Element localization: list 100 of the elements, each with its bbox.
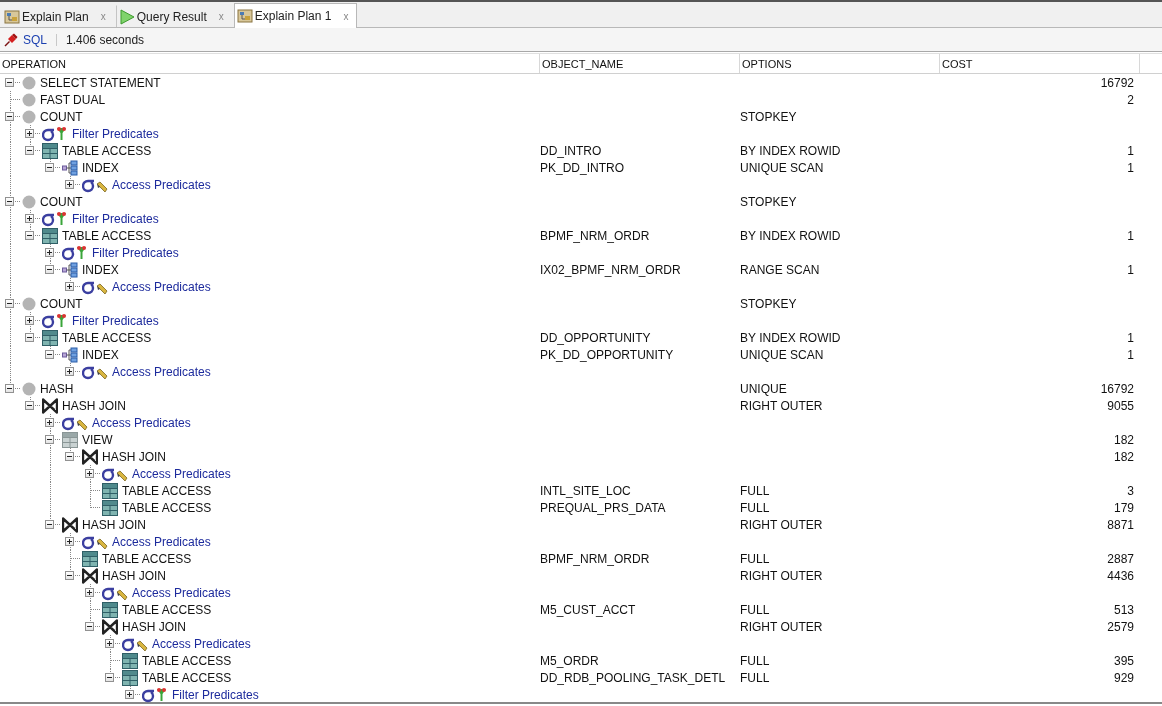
collapse-toggle[interactable] [5,197,14,206]
operation-node[interactable]: SELECT STATEMENT [40,75,161,90]
options-cell: FULL [740,483,770,498]
tab[interactable]: Explain Plan x [1,5,115,27]
operation-node[interactable]: TABLE ACCESS [102,551,192,566]
operation-node[interactable]: TABLE ACCESS [122,602,212,617]
collapse-toggle[interactable] [65,571,74,580]
collapse-toggle[interactable] [45,265,54,274]
collapse-toggle[interactable] [25,401,34,410]
collapse-toggle[interactable] [45,163,54,172]
collapse-toggle[interactable] [25,231,34,240]
options-cell: STOPKEY [740,109,797,124]
table-grid-icon [42,227,58,244]
expand-toggle[interactable] [105,639,114,648]
options-cell: BY INDEX ROWID [740,143,841,158]
operation-node[interactable]: COUNT [40,194,83,209]
operation-node[interactable]: FAST DUAL [40,92,106,107]
predicate-node[interactable]: Filter Predicates [92,245,179,260]
expand-toggle[interactable] [65,180,74,189]
predicate-node[interactable]: Access Predicates [132,585,231,600]
close-icon[interactable]: x [343,10,349,22]
predicate-node[interactable]: Filter Predicates [72,211,159,226]
collapse-toggle[interactable] [85,622,94,631]
cost-cell: 395 [1113,653,1134,668]
expand-toggle[interactable] [45,418,54,427]
operation-node[interactable]: TABLE ACCESS [62,143,152,158]
expand-toggle[interactable] [25,214,34,223]
bowtie-icon [62,516,78,533]
options-cell: RIGHT OUTER [740,568,823,583]
collapse-toggle[interactable] [65,452,74,461]
column-header[interactable]: OPERATION [0,54,540,73]
options-cell: RIGHT OUTER [740,398,823,413]
expand-toggle[interactable] [25,316,34,325]
operation-node[interactable]: INDEX [82,262,119,277]
operation-node[interactable]: TABLE ACCESS [122,483,212,498]
predicate-node[interactable]: Access Predicates [112,279,211,294]
operation-node[interactable]: HASH [40,381,74,396]
expand-toggle[interactable] [85,469,94,478]
operation-node[interactable]: COUNT [40,296,83,311]
pin-icon[interactable] [4,32,18,47]
collapse-toggle[interactable] [5,78,14,87]
predicate-node[interactable]: Access Predicates [112,177,211,192]
expand-toggle[interactable] [85,588,94,597]
options-cell: FULL [740,670,770,685]
expand-toggle[interactable] [125,690,134,699]
operation-node[interactable]: TABLE ACCESS [122,500,212,515]
operation-node[interactable]: HASH JOIN [102,568,166,583]
operation-node[interactable]: HASH JOIN [102,449,166,464]
collapse-toggle[interactable] [5,384,14,393]
sql-link[interactable]: SQL [23,32,47,47]
options-cell: UNIQUE SCAN [740,347,824,362]
collapse-toggle[interactable] [105,673,114,682]
expand-toggle[interactable] [65,537,74,546]
cost-cell: 1 [1127,330,1134,345]
options-cell: FULL [740,551,770,566]
predicate-node[interactable]: Filter Predicates [72,126,159,141]
table-grid-icon [102,601,118,618]
operation-node[interactable]: TABLE ACCESS [62,330,152,345]
predicate-node[interactable]: Access Predicates [132,466,231,481]
operation-node[interactable]: HASH JOIN [62,398,126,413]
operation-node[interactable]: INDEX [82,347,119,362]
operation-node[interactable]: INDEX [82,160,119,175]
operation-node[interactable]: HASH JOIN [82,517,146,532]
expand-toggle[interactable] [45,248,54,257]
operation-node[interactable]: VIEW [82,432,113,447]
predicate-node[interactable]: Filter Predicates [72,313,159,328]
collapse-toggle[interactable] [25,146,34,155]
collapse-toggle[interactable] [25,333,34,342]
cost-cell: 8871 [1107,517,1134,532]
object-name-cell: DD_OPPORTUNITY [540,330,651,345]
expand-toggle[interactable] [65,367,74,376]
column-header[interactable]: OBJECT_NAME [540,54,740,73]
collapse-toggle[interactable] [5,112,14,121]
operation-node[interactable]: TABLE ACCESS [142,670,232,685]
predicate-node[interactable]: Access Predicates [112,534,211,549]
operation-node[interactable]: HASH JOIN [122,619,186,634]
operation-node[interactable]: COUNT [40,109,83,124]
tab[interactable]: Query Result x [115,5,233,27]
tab[interactable]: Explain Plan 1 x [233,3,358,28]
predicate-node[interactable]: Access Predicates [152,636,251,651]
predicate-node[interactable]: Filter Predicates [172,687,259,702]
table-grid-icon [122,652,138,669]
column-header[interactable]: COST [940,54,1140,73]
bowtie-icon [102,618,118,635]
collapse-toggle[interactable] [45,435,54,444]
collapse-toggle[interactable] [45,520,54,529]
options-cell: FULL [740,653,770,668]
column-header[interactable]: OPTIONS [740,54,940,73]
object-name-cell: M5_ORDR [540,653,599,668]
collapse-toggle[interactable] [5,299,14,308]
cost-cell: 179 [1113,500,1134,515]
operation-node[interactable]: TABLE ACCESS [142,653,232,668]
object-name-cell: BPMF_NRM_ORDR [540,228,650,243]
expand-toggle[interactable] [25,129,34,138]
predicate-node[interactable]: Access Predicates [112,364,211,379]
expand-toggle[interactable] [65,282,74,291]
collapse-toggle[interactable] [45,350,54,359]
operation-node[interactable]: TABLE ACCESS [62,228,152,243]
predicate-node[interactable]: Access Predicates [92,415,191,430]
table-grid-icon [82,550,98,567]
